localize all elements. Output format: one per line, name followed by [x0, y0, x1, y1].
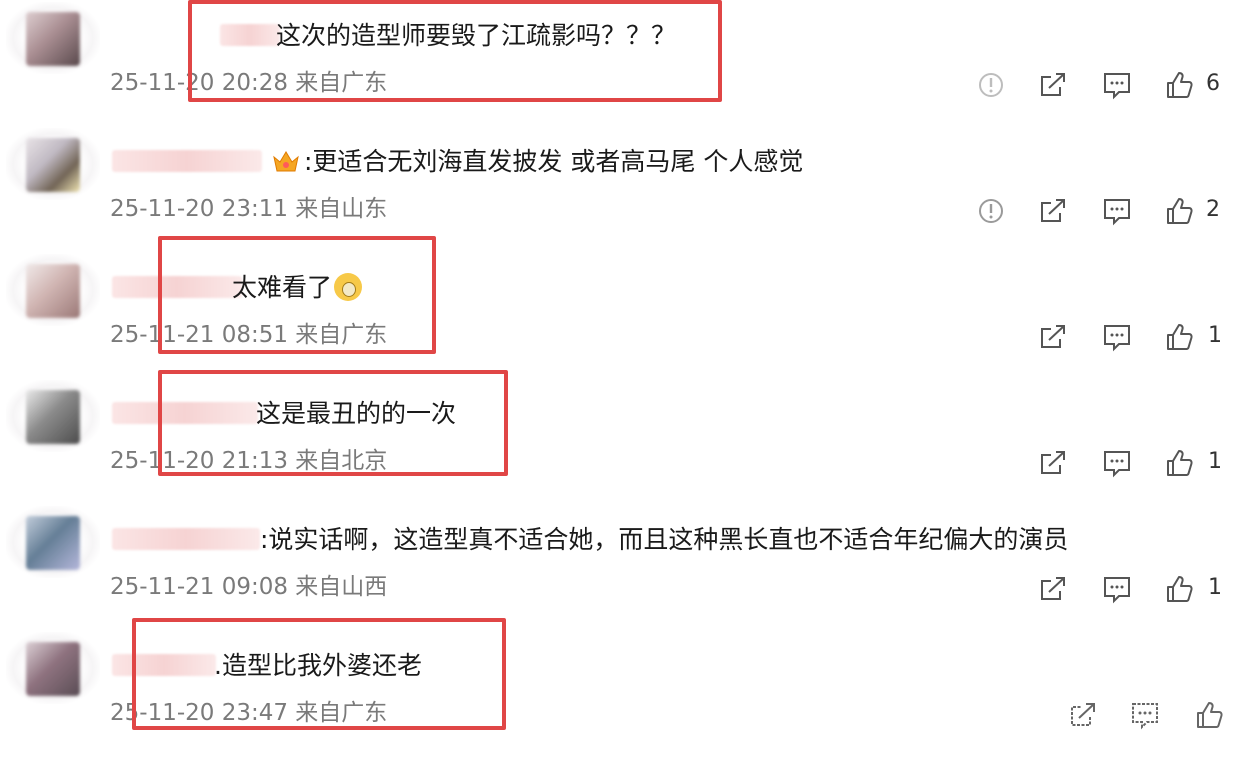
avatar[interactable] — [26, 12, 80, 66]
report-icon[interactable] — [976, 70, 1006, 100]
like-count: 1 — [1208, 449, 1222, 474]
comment-icon[interactable] — [1102, 448, 1132, 478]
like-icon[interactable] — [1164, 574, 1194, 604]
avatar[interactable] — [26, 390, 80, 444]
like-icon[interactable] — [1164, 196, 1194, 226]
comment-text: :更适合无刘海直发披发 或者高马尾 个人感觉 — [272, 146, 803, 178]
like-icon[interactable] — [1164, 448, 1194, 478]
highlight-box — [188, 0, 722, 102]
username-blurred[interactable] — [112, 528, 260, 550]
share-icon[interactable] — [1038, 196, 1068, 226]
like-count: 1 — [1208, 323, 1222, 348]
report-icon[interactable] — [976, 196, 1006, 226]
avatar[interactable] — [26, 138, 80, 192]
like-count: 2 — [1206, 197, 1220, 222]
avatar[interactable] — [26, 516, 80, 570]
like-icon[interactable] — [1164, 70, 1194, 100]
share-icon[interactable] — [1068, 700, 1098, 730]
like-count: 1 — [1208, 575, 1222, 600]
highlight-box — [132, 618, 506, 730]
comment-icon[interactable] — [1102, 574, 1132, 604]
like-count: 6 — [1206, 71, 1220, 96]
comment-meta: 25-11-20 23:11 来自山东 — [110, 196, 388, 222]
avatar[interactable] — [26, 264, 80, 318]
highlight-box — [158, 236, 436, 354]
crown-badge-icon — [272, 149, 300, 173]
comment-meta: 25-11-21 09:08 来自山西 — [110, 574, 388, 600]
comment-icon[interactable] — [1130, 700, 1160, 730]
like-icon[interactable] — [1164, 322, 1194, 352]
share-icon[interactable] — [1038, 448, 1068, 478]
share-icon[interactable] — [1038, 322, 1068, 352]
comment-text: :说实话啊，这造型真不适合她，而且这种黑长直也不适合年纪偏大的演员 — [260, 525, 1069, 554]
like-icon[interactable] — [1194, 700, 1224, 730]
username-blurred[interactable] — [112, 150, 262, 172]
avatar[interactable] — [26, 642, 80, 696]
share-icon[interactable] — [1038, 574, 1068, 604]
highlight-box — [158, 370, 508, 476]
comment-icon[interactable] — [1102, 322, 1132, 352]
comment-icon[interactable] — [1102, 70, 1132, 100]
comment-icon[interactable] — [1102, 196, 1132, 226]
share-icon[interactable] — [1038, 70, 1068, 100]
